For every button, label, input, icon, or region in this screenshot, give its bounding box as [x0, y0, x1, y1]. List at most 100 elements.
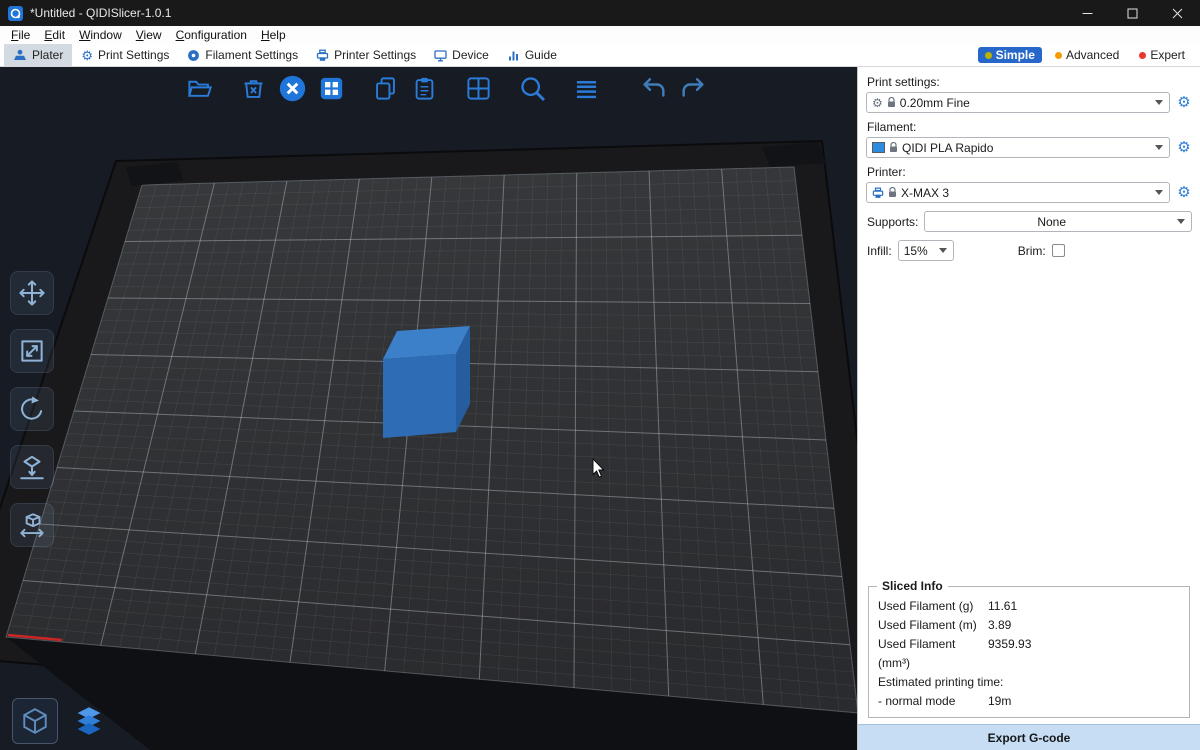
- sliced-info-row: Used Filament (m) 3.89: [875, 616, 1183, 635]
- plater-icon: [13, 48, 27, 62]
- move-icon: [17, 278, 47, 308]
- split-button[interactable]: [462, 72, 494, 104]
- monitor-icon: [434, 49, 447, 62]
- scale-gizmo-button[interactable]: [10, 329, 54, 373]
- print-settings-label: Print settings:: [867, 75, 1192, 89]
- printer-combo[interactable]: X-MAX 3: [866, 182, 1170, 203]
- tab-plater[interactable]: Plater: [4, 44, 72, 66]
- mode-advanced[interactable]: Advanced: [1048, 47, 1126, 63]
- printer-label: Printer:: [867, 165, 1192, 179]
- maximize-button[interactable]: [1110, 0, 1155, 26]
- layers-stack-icon: [73, 705, 105, 737]
- si-label: Used Filament (m): [878, 616, 988, 635]
- arrange-button[interactable]: [315, 72, 347, 104]
- mode-label: Expert: [1150, 48, 1185, 62]
- import-button[interactable]: [183, 72, 215, 104]
- tab-label: Printer Settings: [334, 48, 416, 62]
- guide-icon: [507, 49, 520, 62]
- chevron-down-icon: [939, 248, 947, 253]
- window-controls: [1065, 0, 1200, 26]
- gear-icon: ⚙: [81, 49, 93, 62]
- si-value: 9359.93: [988, 635, 1031, 673]
- simple-dot-icon: [985, 52, 992, 59]
- titlebar: *Untitled - QIDISlicer-1.0.1: [0, 0, 1200, 26]
- mode-expert[interactable]: Expert: [1132, 47, 1192, 63]
- paste-button[interactable]: [408, 72, 440, 104]
- si-value: 19m: [988, 692, 1011, 711]
- menu-edit[interactable]: Edit: [37, 28, 72, 42]
- copy-button[interactable]: [369, 72, 401, 104]
- search-button[interactable]: [516, 72, 548, 104]
- lock-icon: [887, 97, 896, 108]
- delete-button[interactable]: [237, 72, 269, 104]
- place-on-face-gizmo-button[interactable]: [10, 445, 54, 489]
- menu-window[interactable]: Window: [72, 28, 129, 42]
- rotate-icon: [17, 394, 47, 424]
- tab-print-settings[interactable]: ⚙ Print Settings: [72, 44, 178, 66]
- rotate-gizmo-button[interactable]: [10, 387, 54, 431]
- menu-configuration[interactable]: Configuration: [169, 28, 254, 42]
- preview-layers-view-button[interactable]: [66, 698, 112, 744]
- tab-label: Filament Settings: [205, 48, 298, 62]
- print-settings-value: 0.20mm Fine: [900, 96, 1151, 110]
- menu-help[interactable]: Help: [254, 28, 293, 42]
- si-label: Estimated printing time:: [878, 673, 1003, 692]
- place-on-face-icon: [17, 452, 47, 482]
- delete-all-button[interactable]: [276, 72, 308, 104]
- minimize-button[interactable]: [1065, 0, 1110, 26]
- print-bed: [6, 167, 857, 713]
- filament-icon: [187, 49, 200, 62]
- chevron-down-icon: [1177, 219, 1185, 224]
- close-button[interactable]: [1155, 0, 1200, 26]
- model-cube[interactable]: [383, 326, 470, 438]
- menu-file[interactable]: File: [4, 28, 37, 42]
- measure-gizmo-button[interactable]: [10, 503, 54, 547]
- undo-button[interactable]: [638, 72, 670, 104]
- tab-label: Print Settings: [98, 48, 169, 62]
- si-value: 11.61: [988, 597, 1017, 616]
- viewport-3d[interactable]: [0, 67, 857, 750]
- view-toggles: [12, 698, 112, 744]
- si-label: Used Filament (mm³): [878, 635, 988, 673]
- chevron-down-icon: [1155, 100, 1163, 105]
- redo-button[interactable]: [677, 72, 709, 104]
- filament-combo[interactable]: QIDI PLA Rapido: [866, 137, 1170, 158]
- sliced-info-row: Used Filament (g) 11.61: [875, 597, 1183, 616]
- infill-combo[interactable]: 15%: [898, 240, 954, 261]
- mode-simple[interactable]: Simple: [978, 47, 1042, 63]
- scene-3d[interactable]: [0, 67, 857, 750]
- tab-label: Plater: [32, 48, 63, 62]
- printer-gear-button[interactable]: ⚙: [1176, 185, 1192, 200]
- tabbar: Plater ⚙ Print Settings Filament Setting…: [0, 44, 1200, 67]
- lock-icon: [888, 187, 897, 198]
- editor-3d-view-button[interactable]: [12, 698, 58, 744]
- advanced-dot-icon: [1055, 52, 1062, 59]
- cube-3d-icon: [20, 706, 50, 736]
- print-settings-gear-button[interactable]: ⚙: [1176, 95, 1192, 110]
- expert-dot-icon: [1139, 52, 1146, 59]
- supports-label: Supports:: [867, 215, 918, 229]
- measure-icon: [17, 510, 47, 540]
- app-logo-icon: [8, 6, 23, 21]
- move-gizmo-button[interactable]: [10, 271, 54, 315]
- si-label: Used Filament (g): [878, 597, 988, 616]
- sliced-info-row: Estimated printing time:: [875, 673, 1183, 692]
- printer-mini-icon: [872, 187, 884, 199]
- tab-printer-settings[interactable]: Printer Settings: [307, 44, 425, 66]
- menu-view[interactable]: View: [129, 28, 169, 42]
- tab-guide[interactable]: Guide: [498, 44, 566, 66]
- supports-combo[interactable]: None: [924, 211, 1192, 232]
- filament-gear-button[interactable]: ⚙: [1176, 140, 1192, 155]
- si-value: 3.89: [988, 616, 1011, 635]
- chevron-down-icon: [1155, 190, 1163, 195]
- filament-color-swatch: [872, 142, 885, 153]
- print-settings-combo[interactable]: ⚙ 0.20mm Fine: [866, 92, 1170, 113]
- export-gcode-button[interactable]: Export G-code: [858, 724, 1200, 750]
- supports-value: None: [930, 215, 1173, 229]
- layer-height-button[interactable]: [570, 72, 602, 104]
- tab-device[interactable]: Device: [425, 44, 498, 66]
- menubar: File Edit Window View Configuration Help: [0, 26, 1200, 44]
- preset-gear-icon: ⚙: [872, 97, 883, 109]
- tab-filament-settings[interactable]: Filament Settings: [178, 44, 307, 66]
- brim-checkbox[interactable]: [1052, 244, 1065, 257]
